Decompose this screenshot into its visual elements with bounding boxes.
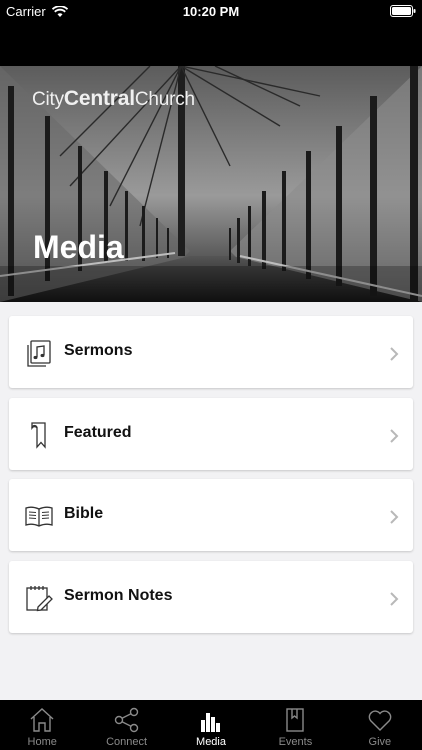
menu-item-sermon-notes[interactable]: Sermon Notes xyxy=(9,560,413,633)
home-icon xyxy=(30,708,54,732)
chevron-right-icon xyxy=(390,347,399,361)
chevron-right-icon xyxy=(390,428,399,443)
logo-text-city: City xyxy=(32,89,64,110)
menu-item-sermons[interactable]: Sermons xyxy=(9,316,413,388)
notepad-pencil-icon xyxy=(26,585,53,611)
tab-connect[interactable]: Connect xyxy=(84,700,168,750)
media-menu-list: Sermons Featured Bible Sermon Notes xyxy=(9,316,413,642)
tab-label: Home xyxy=(27,736,57,748)
menu-item-label: Sermons xyxy=(64,342,133,359)
battery-icon xyxy=(390,5,416,17)
tab-events[interactable]: Events xyxy=(253,700,337,750)
tab-label: Connect xyxy=(106,736,148,748)
calendar-icon xyxy=(286,708,305,732)
navigation-bar xyxy=(0,22,422,66)
logo-text-central: Central xyxy=(63,87,135,110)
menu-item-featured[interactable]: Featured xyxy=(9,397,413,470)
menu-item-label: Featured xyxy=(64,423,132,441)
logo-text-church: Church xyxy=(134,89,195,110)
chevron-right-icon xyxy=(390,510,399,524)
tab-media[interactable]: Media xyxy=(169,700,253,750)
music-notes-icon xyxy=(27,340,51,367)
menu-item-label: Bible xyxy=(64,505,104,522)
menu-item-bible[interactable]: Bible xyxy=(9,479,413,551)
tab-label: Media xyxy=(196,736,226,748)
tab-give[interactable]: Give xyxy=(338,700,422,750)
heart-icon xyxy=(368,710,392,731)
open-book-icon xyxy=(25,506,53,527)
menu-item-label: Sermon Notes xyxy=(64,586,173,604)
tab-bar: Home Connect Media Events Give xyxy=(0,700,422,750)
church-logo: CityCentralChurch xyxy=(32,87,195,111)
share-icon xyxy=(114,707,138,733)
tab-label: Events xyxy=(278,736,313,748)
tab-home[interactable]: Home xyxy=(0,700,84,750)
status-bar: Carrier 10:20 PM xyxy=(0,0,422,22)
equalizer-icon xyxy=(201,713,221,732)
bookmark-icon xyxy=(31,421,46,449)
clock: 10:20 PM xyxy=(182,4,240,19)
tab-label: Give xyxy=(368,736,392,748)
chevron-right-icon xyxy=(390,591,399,606)
page-title: Media xyxy=(33,229,124,265)
hero-banner: CityCentralChurch Media xyxy=(0,66,422,302)
